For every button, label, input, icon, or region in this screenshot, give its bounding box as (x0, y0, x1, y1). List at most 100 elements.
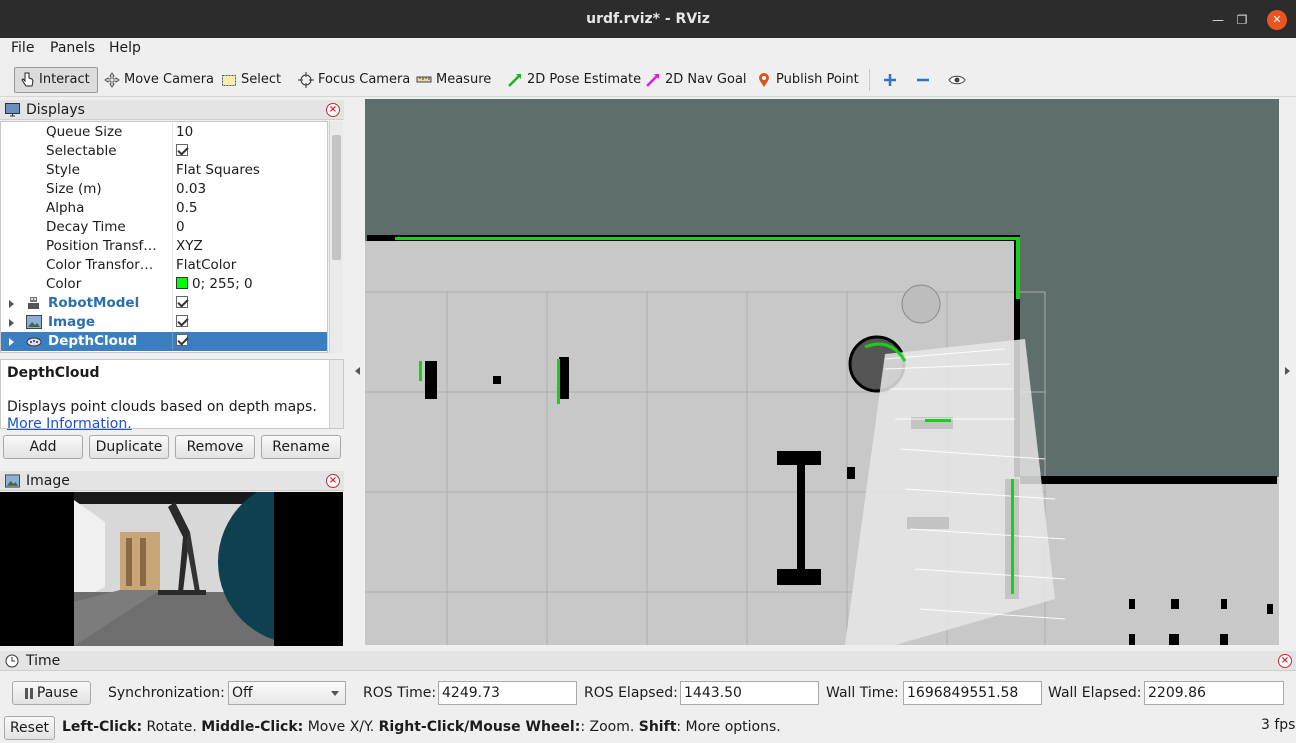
image-panel-title: Image (26, 473, 70, 489)
enable-checkbox[interactable] (176, 296, 188, 308)
property-value[interactable]: 0.5 (176, 199, 197, 218)
collapse-left-icon[interactable] (355, 367, 360, 375)
displays-panel: Displays × Queue Size 10 Selectable Styl… (0, 100, 344, 357)
monitor-icon (5, 103, 20, 117)
status-bar-hint: Left-Click: Rotate. Middle-Click: Move X… (62, 719, 781, 735)
menu-panels[interactable]: Panels (50, 40, 95, 56)
title-bar: urdf.rviz* - RViz — ❐ ✕ (0, 0, 1296, 38)
property-value[interactable]: 10 (176, 123, 193, 142)
wall-time-field[interactable]: 1696849551.58 (903, 681, 1042, 705)
description-box: DepthCloud Displays point clouds based o… (0, 359, 344, 432)
description-scrollbar[interactable] (329, 360, 343, 428)
green-arrow-icon (507, 72, 523, 88)
focus-target-icon (298, 72, 314, 88)
pause-icon (24, 687, 33, 699)
column-divider (172, 275, 173, 294)
close-icon[interactable]: ✕ (1267, 10, 1287, 30)
column-divider (172, 237, 173, 256)
duplicate-button[interactable]: Duplicate (89, 435, 169, 459)
time-panel: Time × Pause Synchronization: Off ROS Ti… (0, 651, 1296, 743)
view-tool-button[interactable] (944, 67, 968, 93)
selectable-checkbox[interactable] (176, 144, 188, 156)
right-splitter[interactable] (1279, 99, 1296, 645)
sync-value: Off (232, 685, 253, 701)
expand-arrow-icon[interactable] (9, 338, 14, 346)
hint-text: : Zoom. (580, 719, 639, 735)
column-divider (172, 199, 173, 218)
more-information-link[interactable]: More Information. (7, 416, 132, 432)
map-pin-icon (756, 72, 772, 88)
time-close-icon[interactable]: × (1278, 654, 1292, 668)
display-item-label: Image (48, 314, 96, 330)
focus-camera-tool-button[interactable]: Focus Camera (294, 67, 414, 93)
displays-close-icon[interactable]: × (326, 103, 340, 117)
column-divider (172, 294, 173, 313)
render-3d-view[interactable] (365, 99, 1279, 645)
maximize-icon[interactable]: ❐ (1232, 10, 1252, 30)
sync-select[interactable]: Off (228, 681, 346, 705)
reset-button[interactable]: Reset (4, 716, 55, 740)
nav-goal-label: 2D Nav Goal (665, 72, 747, 87)
nav-goal-tool-button[interactable]: 2D Nav Goal (641, 67, 751, 93)
publish-point-tool-button[interactable]: Publish Point (752, 67, 863, 93)
display-item-depthcloud[interactable]: DepthCloud (1, 332, 327, 351)
property-row[interactable]: Queue Size 10 (1, 123, 327, 142)
column-divider (172, 332, 173, 351)
enable-checkbox[interactable] (176, 315, 188, 327)
property-row[interactable]: Color 0; 255; 0 (1, 275, 327, 294)
tree-scrollbar[interactable] (329, 121, 343, 353)
property-row[interactable]: Color Transfor… FlatColor (1, 256, 327, 275)
interact-tool-button[interactable]: Interact (14, 67, 98, 93)
menu-bar: File Panels Help (0, 38, 1296, 60)
remove-tool-button[interactable] (911, 67, 935, 93)
menu-help[interactable]: Help (109, 40, 141, 56)
ros-elapsed-field[interactable]: 1443.50 (680, 681, 819, 705)
pose-estimate-tool-button[interactable]: 2D Pose Estimate (503, 67, 645, 93)
measure-tool-button[interactable]: Measure (412, 67, 495, 93)
measure-label: Measure (436, 72, 492, 87)
expand-arrow-icon[interactable] (9, 300, 14, 308)
property-row[interactable]: Position Transf… XYZ (1, 237, 327, 256)
property-value[interactable]: 0 (176, 218, 185, 237)
select-label: Select (241, 72, 282, 87)
move-camera-tool-button[interactable]: Move Camera (100, 67, 218, 93)
ros-time-field[interactable]: 4249.73 (438, 681, 577, 705)
property-value[interactable]: 0.03 (176, 180, 206, 199)
property-value[interactable]: Flat Squares (176, 161, 260, 180)
display-item-robotmodel[interactable]: RobotModel (1, 294, 327, 313)
property-value[interactable]: FlatColor (176, 256, 236, 275)
pause-button[interactable]: Pause (12, 681, 91, 705)
property-row[interactable]: Style Flat Squares (1, 161, 327, 180)
left-splitter[interactable] (352, 99, 365, 645)
menu-file[interactable]: File (11, 40, 34, 56)
expand-arrow-icon[interactable] (9, 319, 14, 327)
ros-elapsed-label: ROS Elapsed: (584, 685, 678, 701)
image-icon (5, 474, 20, 488)
toolbar-separator (869, 69, 870, 91)
image-panel: Image × (0, 471, 344, 646)
property-row[interactable]: Size (m) 0.03 (1, 180, 327, 199)
collapse-right-icon[interactable] (1285, 367, 1290, 375)
property-row[interactable]: Selectable (1, 142, 327, 161)
column-divider (172, 218, 173, 237)
window-title: urdf.rviz* - RViz (586, 11, 710, 27)
minimize-icon[interactable]: — (1208, 10, 1228, 30)
property-row[interactable]: Decay Time 0 (1, 218, 327, 237)
displays-header: Displays × (0, 100, 344, 120)
property-row[interactable]: Alpha 0.5 (1, 199, 327, 218)
remove-button[interactable]: Remove (175, 435, 255, 459)
display-item-label: RobotModel (48, 295, 140, 311)
property-value[interactable]: XYZ (176, 237, 203, 256)
add-button[interactable]: Add (3, 435, 83, 459)
add-tool-button[interactable] (878, 67, 902, 93)
focus-camera-label: Focus Camera (318, 72, 411, 87)
select-tool-button[interactable]: Select (217, 67, 285, 93)
scrollbar-thumb[interactable] (332, 135, 341, 260)
color-swatch[interactable] (176, 277, 188, 289)
rename-button[interactable]: Rename (261, 435, 341, 459)
display-item-image[interactable]: Image (1, 313, 327, 332)
property-value: 0; 255; 0 (192, 276, 253, 292)
image-close-icon[interactable]: × (326, 474, 340, 488)
enable-checkbox[interactable] (176, 334, 188, 346)
wall-elapsed-field[interactable]: 2209.86 (1144, 681, 1284, 705)
